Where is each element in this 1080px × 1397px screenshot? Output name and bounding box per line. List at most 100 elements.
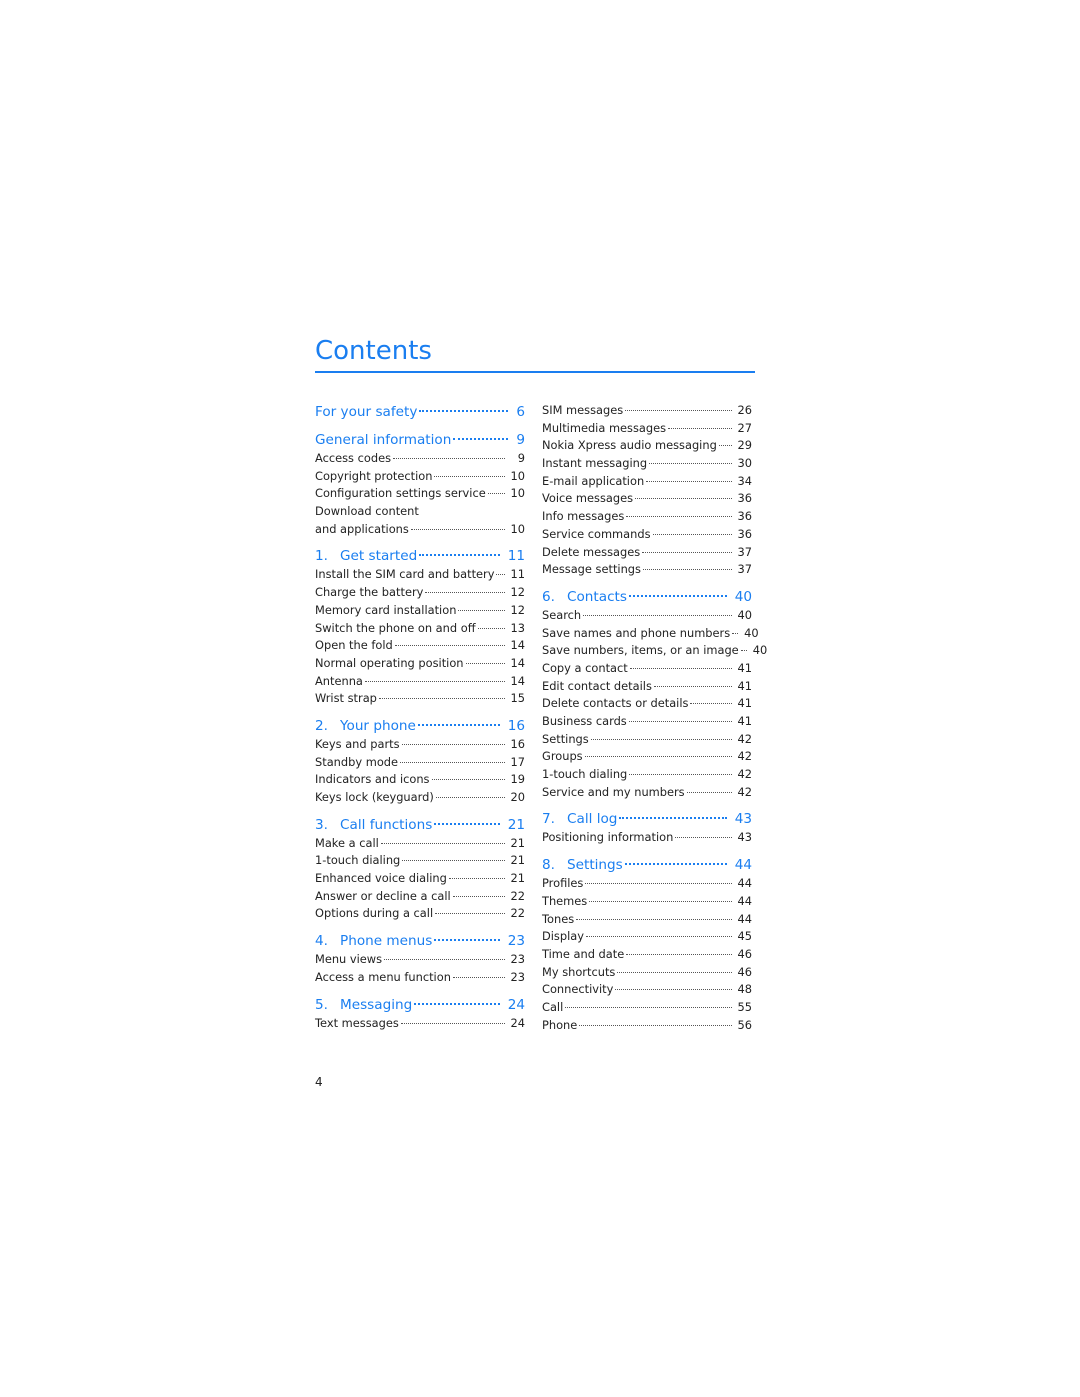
toc-entry[interactable]: Positioning information 43 [542,829,752,847]
toc-entry[interactable]: Download content [315,503,525,521]
chapter-page-number: 43 [734,811,752,828]
toc-entry[interactable]: Keys and parts 16 [315,736,525,754]
toc-entry[interactable]: SIM messages 26 [542,402,752,420]
entry-page-number: 48 [737,982,753,997]
toc-entry[interactable]: Info messages 36 [542,508,752,526]
entry-title: Make a call [315,835,379,850]
entry-title: Memory card installation [315,602,457,617]
entry-title: Delete messages [542,544,641,559]
entry-title: Connectivity [542,982,614,997]
toc-entry[interactable]: 1-touch dialing 42 [542,766,752,784]
toc-entry[interactable]: Time and date 46 [542,946,752,964]
toc-entry[interactable]: Indicators and icons 19 [315,771,525,789]
entry-page-number: 17 [510,754,526,769]
toc-entry[interactable]: Options during a call 22 [315,905,525,923]
toc-entry[interactable]: Phone 56 [542,1017,752,1035]
entry-title: Normal operating position [315,655,464,670]
entry-title: Standby mode [315,754,399,769]
entry-title: Copy a contact [542,660,628,675]
toc-entry[interactable]: Search 40 [542,607,752,625]
toc-entry[interactable]: Text messages 24 [315,1015,525,1033]
toc-entry[interactable]: Copyright protection 10 [315,468,525,486]
entry-page-number: 30 [737,456,753,471]
toc-entry[interactable]: Service commands 36 [542,526,752,544]
chapter-number: 7. [542,811,555,828]
entry-title: Configuration settings service [315,486,486,501]
toc-chapter-heading[interactable]: 5. Messaging 24 [315,995,525,1015]
dot-leader [425,592,505,594]
toc-entry[interactable]: Copy a contact 41 [542,660,752,678]
entry-title: Voice messages [542,491,634,506]
chapter-title: General information [315,432,452,448]
toc-entry[interactable]: Install the SIM card and battery 11 [315,566,525,584]
toc-chapter-heading[interactable]: 4. Phone menus 23 [315,931,525,951]
entry-page-number: 42 [737,767,753,782]
toc-entry[interactable]: Save numbers, items, or an image 40 [542,642,767,660]
toc-entry[interactable]: Access codes 9 [315,450,525,468]
toc-entry[interactable]: Settings 42 [542,731,752,749]
toc-entry[interactable]: Configuration settings service 10 [315,485,525,503]
toc-chapter-heading[interactable]: 3. Call functions 21 [315,815,525,835]
toc-entry[interactable]: Call 55 [542,999,752,1017]
toc-entry[interactable]: My shortcuts 46 [542,964,752,982]
toc-entry[interactable]: Memory card installation 12 [315,602,525,620]
toc-left-column: For your safety 6 General information 9 Acce… [315,402,525,1032]
dot-leader [615,989,732,991]
toc-entry[interactable]: Save names and phone numbers 40 [542,625,759,643]
toc-entry[interactable]: Instant messaging 30 [542,455,752,473]
toc-entry[interactable]: Themes 44 [542,893,752,911]
entry-title: Instant messaging [542,456,648,471]
entry-page-number: 14 [510,655,526,670]
toc-entry[interactable]: Antenna 14 [315,673,525,691]
toc-chapter-heading[interactable]: 8. Settings 44 [542,855,752,875]
toc-chapter-heading[interactable]: 1. Get started 11 [315,546,525,566]
toc-chapter-heading[interactable]: For your safety 6 [315,402,525,422]
toc-entry[interactable]: Enhanced voice dialing 21 [315,870,525,888]
toc-entry[interactable]: Make a call 21 [315,835,525,853]
toc-entry[interactable]: Access a menu function 23 [315,969,525,987]
toc-entry[interactable]: Nokia Xpress audio messaging 29 [542,437,752,455]
toc-entry[interactable]: Tones 44 [542,911,752,929]
toc-entry[interactable]: Voice messages 36 [542,490,752,508]
dot-leader [419,554,500,557]
dot-leader [435,913,505,915]
entry-page-number: 10 [510,468,526,483]
entry-page-number: 41 [737,696,753,711]
toc-entry[interactable]: Edit contact details 41 [542,678,752,696]
entry-page-number: 22 [510,906,526,921]
toc-entry[interactable]: Charge the battery 12 [315,584,525,602]
toc-entry[interactable]: Menu views 23 [315,951,525,969]
toc-entry[interactable]: Delete contacts or details 41 [542,695,752,713]
toc-entry[interactable]: Delete messages 37 [542,544,752,562]
toc-entry[interactable]: E-mail application 34 [542,473,752,491]
toc-entry[interactable]: Answer or decline a call 22 [315,888,525,906]
toc-entry[interactable]: Keys lock (keyguard) 20 [315,789,525,807]
toc-entry[interactable]: 1-touch dialing 21 [315,852,525,870]
toc-entry[interactable]: Message settings 37 [542,561,752,579]
chapter-title: Call log [567,811,618,828]
toc-entry[interactable]: Standby mode 17 [315,754,525,772]
toc-entry[interactable]: Multimedia messages 27 [542,420,752,438]
toc-entry[interactable]: Display 45 [542,928,752,946]
entry-title: 1-touch dialing [542,767,628,782]
toc-entry[interactable]: Normal operating position 14 [315,655,525,673]
toc-entry[interactable]: Profiles 44 [542,875,752,893]
toc-chapter-heading[interactable]: 7. Call log 43 [542,809,752,829]
dot-leader [364,680,505,682]
toc-chapter-heading[interactable]: 2. Your phone 16 [315,716,525,736]
chapter-number: 6. [542,588,555,605]
toc-entry[interactable]: Groups 42 [542,748,752,766]
entry-title: Access a menu function [315,969,451,984]
toc-entry[interactable]: Business cards 41 [542,713,752,731]
dot-leader [686,791,732,793]
toc-entry[interactable]: Service and my numbers 42 [542,784,752,802]
toc-entry[interactable]: Connectivity 48 [542,981,752,999]
toc-entry[interactable]: Switch the phone on and off 13 [315,620,525,638]
entry-page-number: 23 [510,952,526,967]
toc-chapter-heading[interactable]: 6. Contacts 40 [542,587,752,607]
dot-leader [435,797,505,798]
toc-entry[interactable]: Open the fold 14 [315,637,525,655]
toc-entry[interactable]: Wrist strap 15 [315,690,525,708]
toc-chapter-heading[interactable]: General information 9 [315,430,525,450]
toc-entry[interactable]: and applications 10 [315,521,525,539]
